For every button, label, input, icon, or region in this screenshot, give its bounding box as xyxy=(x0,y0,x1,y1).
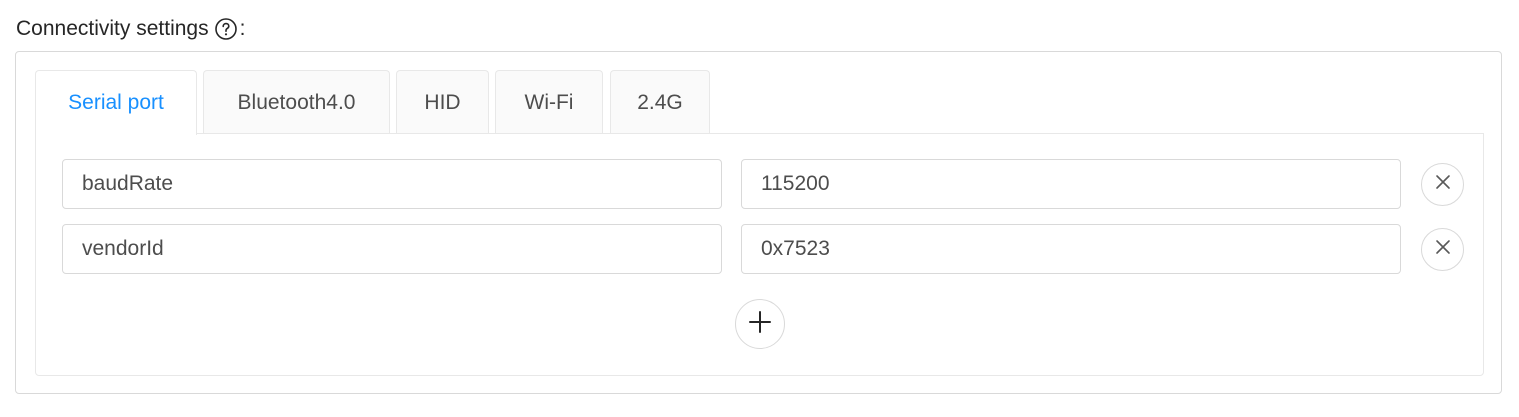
close-icon xyxy=(1435,239,1451,260)
param-key-input[interactable] xyxy=(62,159,722,209)
param-key-input[interactable] xyxy=(62,224,722,274)
tab-hid[interactable]: HID xyxy=(396,70,489,134)
remove-param-button[interactable] xyxy=(1421,228,1464,271)
tab-label: 2.4G xyxy=(637,90,683,114)
param-value-input[interactable] xyxy=(741,159,1401,209)
connectivity-settings-label: Connectivity settings : xyxy=(16,14,245,44)
plus-icon xyxy=(749,310,771,338)
tab-label: HID xyxy=(424,90,461,114)
add-param-button[interactable] xyxy=(735,299,785,349)
tab-label: Bluetooth4.0 xyxy=(237,90,356,114)
param-value-input[interactable] xyxy=(741,224,1401,274)
question-circle-icon[interactable] xyxy=(214,17,238,41)
tab-bluetooth[interactable]: Bluetooth4.0 xyxy=(203,70,390,134)
tab-2-4g[interactable]: 2.4G xyxy=(610,70,710,134)
close-icon xyxy=(1435,174,1451,195)
tab-label: Serial port xyxy=(68,91,164,114)
tab-label: Wi-Fi xyxy=(524,90,574,114)
remove-param-button[interactable] xyxy=(1421,163,1464,206)
tab-wifi[interactable]: Wi-Fi xyxy=(495,70,603,134)
label-colon: : xyxy=(239,17,246,40)
section-title: Connectivity settings xyxy=(16,17,209,40)
tab-serial-port[interactable]: Serial port xyxy=(35,70,197,135)
